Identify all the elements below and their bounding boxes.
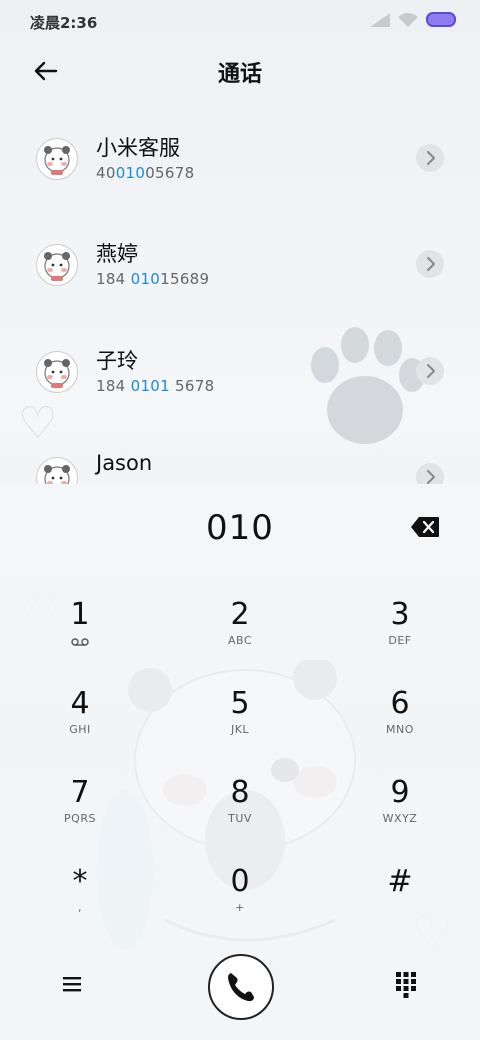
contact-details-button[interactable] — [416, 144, 444, 172]
avatar — [36, 244, 78, 286]
contact-name: Jason — [96, 451, 153, 475]
dialpad-actions — [0, 954, 480, 1020]
contact-number: 184 01015689 — [96, 270, 210, 288]
key-3[interactable]: 3 DEF — [320, 598, 480, 678]
dialpad-panel: 010 1 2 ABC 3 DEF 4 GHI 5 JKL 6 MNO 7 PQ… — [0, 484, 480, 1040]
status-icons — [370, 12, 456, 27]
dialed-number: 010 — [206, 508, 274, 548]
contact-name: 小米客服 — [96, 136, 180, 160]
contact-row[interactable]: 小米客服 4001005678 — [0, 110, 480, 210]
key-6[interactable]: 6 MNO — [320, 687, 480, 767]
key-7[interactable]: 7 PQRS — [0, 776, 160, 856]
chevron-right-icon — [427, 470, 435, 484]
contact-row[interactable]: 燕婷 184 01015689 — [0, 216, 480, 316]
status-bar: 凌晨2:36 — [0, 0, 480, 42]
page-title: 通话 — [217, 62, 262, 87]
contact-details-button[interactable] — [416, 463, 444, 484]
contact-row[interactable]: Jason — [0, 429, 480, 484]
key-5[interactable]: 5 JKL — [160, 687, 320, 767]
call-button[interactable] — [208, 954, 274, 1020]
voicemail-icon — [71, 638, 89, 646]
contact-name: 子玲 — [96, 349, 138, 373]
chevron-right-icon — [427, 151, 435, 165]
contact-row[interactable]: 子玲 184 0101 5678 — [0, 323, 480, 423]
key-8[interactable]: 8 TUV — [160, 776, 320, 856]
avatar — [36, 138, 78, 180]
key-star[interactable]: * , — [0, 865, 160, 945]
contact-list: 小米客服 4001005678 燕婷 184 01015689 子玲 184 0… — [0, 110, 480, 484]
key-hash[interactable]: # — [320, 865, 480, 945]
wifi-icon — [398, 12, 418, 27]
dialpad-icon[interactable] — [394, 970, 418, 998]
key-0[interactable]: 0 + — [160, 865, 320, 945]
key-9[interactable]: 9 WXYZ — [320, 776, 480, 856]
chevron-right-icon — [427, 257, 435, 271]
header: 通话 — [0, 48, 480, 92]
menu-icon[interactable] — [60, 972, 84, 996]
key-1[interactable]: 1 — [0, 598, 160, 678]
signal-icon — [370, 12, 390, 27]
backspace-icon[interactable] — [410, 516, 440, 538]
avatar — [36, 351, 78, 393]
avatar — [36, 457, 78, 484]
phone-icon — [228, 973, 254, 1002]
key-4[interactable]: 4 GHI — [0, 687, 160, 767]
contact-name: 燕婷 — [96, 242, 138, 266]
contact-number: 184 0101 5678 — [96, 377, 215, 395]
contact-number: 4001005678 — [96, 164, 195, 182]
contact-details-button[interactable] — [416, 357, 444, 385]
status-time: 凌晨2:36 — [30, 14, 98, 32]
contact-details-button[interactable] — [416, 250, 444, 278]
battery-icon — [426, 12, 456, 27]
key-2[interactable]: 2 ABC — [160, 598, 320, 678]
chevron-right-icon — [427, 364, 435, 378]
